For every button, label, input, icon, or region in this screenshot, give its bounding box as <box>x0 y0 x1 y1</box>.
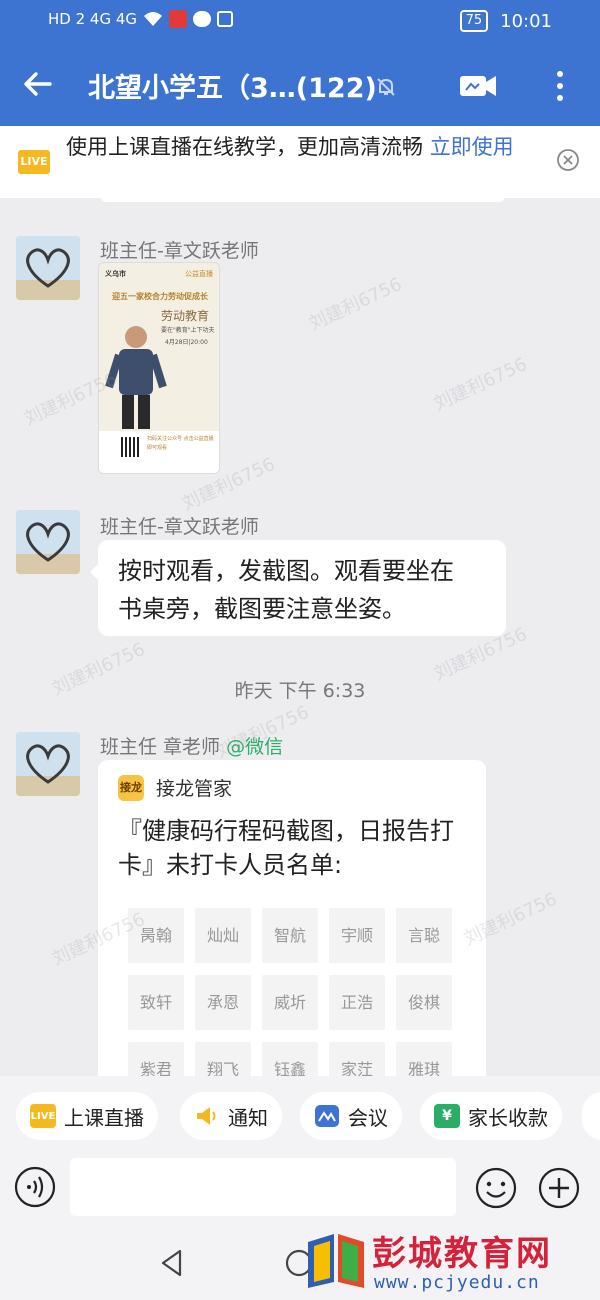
plus-icon[interactable] <box>537 1166 581 1210</box>
meeting-button[interactable]: 会议 <box>300 1092 402 1140</box>
status-right: 75 10:01 <box>459 10 552 32</box>
live-banner-text: 使用上课直播在线教学，更加高清流畅 立即使用 <box>66 132 556 162</box>
site-name: 彭城教育网 <box>372 1234 552 1274</box>
meeting-icon <box>315 1105 339 1127</box>
poster-footer-text: 扫码关注公众号 点击公益直播即可观看 <box>147 436 214 451</box>
book-logo-icon <box>308 1234 364 1288</box>
name-cell: 昺翰 <box>128 908 184 963</box>
wechat-notification-icon <box>193 11 212 27</box>
parent-payment-button[interactable]: ¥ 家长收款 <box>420 1092 562 1140</box>
live-broadcast-poster-image[interactable]: 义乌市 公益直播 迎五一家校合力劳动促成长 劳动教育 要在"教育"上下功夫 4月… <box>98 262 220 474</box>
name-cell: 正浩 <box>329 975 385 1030</box>
poster-headline: 迎五一家校合力劳动促成长 <box>112 292 208 301</box>
watermark: 刘建利6756 <box>430 353 531 415</box>
live-promo-banner: LIVE 使用上课直播在线教学，更加高清流畅 立即使用 <box>0 126 600 198</box>
site-logo: 彭城教育网 www.pcjyedu.cn <box>302 1224 600 1300</box>
avatar[interactable] <box>16 236 80 300</box>
poster-tag: 公益直播 <box>185 270 213 278</box>
sender-name: 班主任 章老师 @微信 <box>100 732 283 759</box>
poster-subject: 劳动教育 <box>161 309 210 323</box>
message-text: 按时观看，发截图。观看要坐在 书桌旁，截图要注意坐姿。 <box>118 552 454 628</box>
name-cell: 致轩 <box>128 975 184 1030</box>
time-separator: 昨天 下午 6:33 <box>234 680 366 702</box>
chip-label: 上课直播 <box>64 1105 144 1130</box>
speaker-photo <box>105 326 167 429</box>
solitaire-header: 接龙 接龙管家 <box>118 774 232 801</box>
battery-indicator: 75 <box>459 10 489 32</box>
message-bubble[interactable]: 按时观看，发截图。观看要坐在 书桌旁，截图要注意坐姿。 <box>90 540 506 636</box>
name-cell: 言聪 <box>396 908 452 963</box>
live-badge: LIVE <box>18 150 50 174</box>
use-now-link[interactable]: 立即使用 <box>430 135 514 159</box>
sender-name-text: 班主任 章老师 <box>100 736 221 758</box>
live-icon: LIVE <box>30 1104 56 1128</box>
solitaire-card[interactable]: 接龙 接龙管家 『健康码行程码截图，日报告打卡』未打卡人员名单: 昺翰 灿灿 智… <box>98 760 486 1090</box>
more-actions-chip[interactable] <box>582 1092 600 1140</box>
megaphone-icon <box>197 1107 216 1125</box>
banner-message: 使用上课直播在线教学，更加高清流畅 <box>66 135 430 159</box>
back-arrow-icon[interactable] <box>20 66 56 102</box>
message-text-line: 书桌旁，截图要注意坐姿。 <box>118 595 406 623</box>
status-bar: HD 2 4G 4G 75 10:01 <box>0 0 600 44</box>
chip-label: 会议 <box>348 1105 388 1130</box>
more-options-icon[interactable] <box>550 66 570 106</box>
solitaire-title: 『健康码行程码截图，日报告打卡』未打卡人员名单: <box>118 817 454 879</box>
chip-label: 通知 <box>228 1105 268 1130</box>
name-cell: 承恩 <box>195 975 251 1030</box>
nav-back-icon[interactable] <box>158 1248 186 1278</box>
message-text-line: 按时观看，发截图。观看要坐在 <box>118 557 454 585</box>
name-cell: 宇顺 <box>329 908 385 963</box>
poster-brand: 义乌市 <box>105 270 126 278</box>
chat-title: 北望小学五（3…(122) <box>88 73 377 104</box>
app-notification-icon <box>169 10 188 28</box>
bubble-tail <box>90 564 98 580</box>
unchecked-names-grid: 昺翰 灿灿 智航 宇顺 言聪 致轩 承恩 威圻 正浩 俊棋 紫君 翔飞 钰鑫 家… <box>128 908 458 1090</box>
close-banner-icon[interactable] <box>556 148 580 172</box>
video-call-icon[interactable] <box>458 70 498 102</box>
site-url: www.pcjyedu.cn <box>374 1272 540 1293</box>
jielong-app-icon: 接龙 <box>118 774 144 801</box>
wechat-tag: @微信 <box>226 736 284 758</box>
name-cell: 俊棋 <box>396 975 452 1030</box>
qr-code-icon <box>121 437 141 457</box>
avatar[interactable] <box>16 510 80 574</box>
poster-date: 4月28日|20:00 <box>165 339 208 346</box>
jielong-app-name: 接龙管家 <box>156 778 233 800</box>
network-indicators: HD 2 4G 4G <box>48 10 138 28</box>
message-input[interactable] <box>70 1158 456 1216</box>
sender-name: 班主任-章文跃老师 <box>100 516 259 538</box>
chip-label: 家长收款 <box>468 1105 548 1130</box>
live-class-button[interactable]: LIVE 上课直播 <box>16 1092 158 1140</box>
clock: 10:01 <box>500 10 552 32</box>
sender-name: 班主任-章文跃老师 <box>100 240 259 262</box>
alipay-notification-icon <box>217 11 234 27</box>
wifi-icon <box>144 12 163 26</box>
name-cell: 灿灿 <box>195 908 251 963</box>
status-indicators: HD 2 4G 4G <box>48 10 234 28</box>
name-cell: 智航 <box>262 908 318 963</box>
title-bar: 北望小学五（3…(122) <box>0 44 600 126</box>
yuan-icon: ¥ <box>434 1104 460 1128</box>
voice-input-icon[interactable] <box>14 1166 56 1208</box>
avatar[interactable] <box>16 732 80 796</box>
previous-message-bubble <box>100 196 505 202</box>
name-cell: 威圻 <box>262 975 318 1030</box>
input-bar <box>0 1140 600 1228</box>
watermark: 刘建利6756 <box>305 273 406 335</box>
notice-button[interactable]: 通知 <box>180 1092 282 1140</box>
poster-footer: 扫码关注公众号 点击公益直播即可观看 <box>99 431 219 473</box>
emoji-icon[interactable] <box>474 1166 518 1210</box>
poster-subtitle: 要在"教育"上下功夫 <box>161 327 215 334</box>
mute-bell-icon <box>377 78 395 96</box>
